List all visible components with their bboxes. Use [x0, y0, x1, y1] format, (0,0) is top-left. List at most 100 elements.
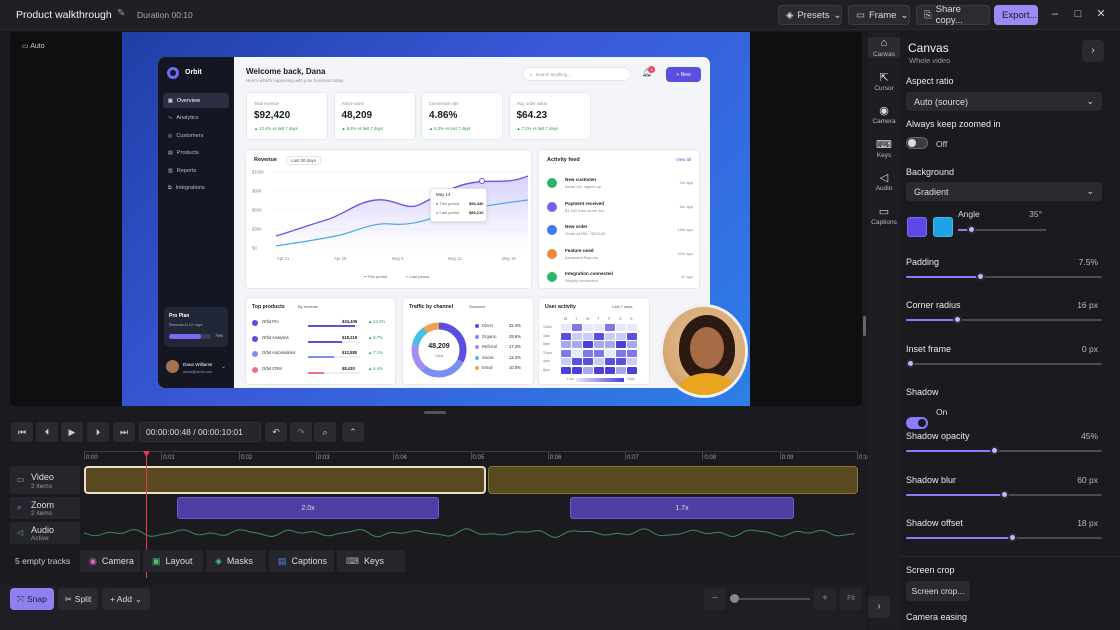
product-delta: ▲ 14.2%	[368, 319, 386, 324]
add-track-masks[interactable]: ◈ Masks	[206, 550, 266, 572]
sidebar-item-analytics[interactable]: ∿ Analytics	[163, 111, 229, 126]
rail-item-canvas[interactable]: ⌂ Canvas	[868, 37, 900, 58]
minimize-icon[interactable]: –	[1044, 4, 1066, 24]
background-select[interactable]: Gradient ⌄	[906, 182, 1102, 201]
zoom-search-icon[interactable]: ⌕	[314, 422, 336, 442]
heatmap-day: S	[630, 317, 633, 321]
slider-padding[interactable]	[906, 272, 1102, 281]
slider-radius[interactable]	[906, 315, 1102, 324]
slider-knob[interactable]	[952, 315, 962, 324]
add-track-keys[interactable]: ⌨ Keys	[337, 550, 405, 572]
track-header-video[interactable]: ▭ Video 2 items	[10, 466, 80, 494]
gradient-color-2-swatch[interactable]	[933, 217, 953, 237]
rail-label: Canvas	[872, 51, 896, 58]
webcam-bubble[interactable]	[660, 304, 748, 398]
resize-handle[interactable]	[424, 411, 446, 414]
slider-offset[interactable]	[906, 533, 1102, 542]
top-products-sort[interactable]: By revenue	[298, 304, 318, 309]
slider-blur[interactable]	[906, 490, 1102, 499]
skip-start-icon[interactable]: ⏮	[11, 422, 33, 442]
rail-item-keys[interactable]: ⌨ Keys	[868, 138, 900, 159]
zoom-lock-toggle[interactable]	[906, 137, 928, 149]
traffic-sort[interactable]: Sessions	[469, 304, 485, 309]
undo-icon[interactable]: ↶	[265, 422, 287, 442]
video-clip-2[interactable]	[488, 466, 858, 494]
rail-item-audio[interactable]: ◁ Audio	[868, 171, 900, 192]
play-icon[interactable]: ▶	[61, 422, 83, 442]
activity-title: Integration connected	[565, 271, 613, 276]
share-copy-button[interactable]: ⎘ Share copy...	[916, 4, 990, 26]
redo-icon[interactable]: ↷	[290, 422, 312, 442]
rail-item-camera[interactable]: ◉ Camera	[868, 104, 900, 125]
fit-button[interactable]: Fit	[840, 588, 862, 610]
split-button[interactable]: ✂ Split	[58, 588, 98, 610]
panel-expand-icon[interactable]: ›	[1082, 40, 1104, 62]
chevron-right-icon[interactable]: ›	[868, 596, 890, 618]
presets-button[interactable]: ◈ Presets ⌄	[778, 5, 842, 25]
slider-opacity[interactable]	[906, 446, 1102, 455]
add-track-captions[interactable]: ▤ Captions	[269, 550, 334, 572]
kpi-value: $92,420	[254, 110, 291, 121]
gradient-color-1-swatch[interactable]	[907, 217, 927, 237]
snap-button[interactable]: ⤧ Snap	[10, 588, 54, 610]
project-title[interactable]: Product walkthrough	[16, 9, 112, 21]
search-input[interactable]: ⌕ Search anything...	[522, 67, 631, 81]
view-all-link[interactable]: View all	[676, 157, 691, 162]
rail-item-captions[interactable]: ▭ Captions	[868, 205, 900, 226]
sidebar-item-integrations[interactable]: ⧉ Integrations	[163, 181, 229, 196]
tooltip-date: May 14	[436, 192, 451, 197]
sidebar-item-products[interactable]: ▤ Products	[163, 146, 229, 161]
reports-icon: ▥	[168, 167, 173, 174]
sidebar-item-reports[interactable]: ▥ Reports	[163, 163, 229, 178]
frame-icon: ▭	[856, 9, 865, 21]
next-frame-icon[interactable]: ⏵	[87, 422, 109, 442]
close-icon[interactable]: ✕	[1090, 4, 1112, 24]
track-header-audio[interactable]: ◁ Audio Active	[10, 522, 80, 544]
heatmap-hour: 4am	[543, 333, 550, 338]
tooltip-this-value: $96,430	[469, 201, 484, 206]
chevron-down-icon[interactable]: ⌄	[221, 363, 226, 370]
angle-slider-knob[interactable]	[967, 225, 976, 234]
snap-icon: ⤧	[17, 593, 24, 604]
zoom-in-icon[interactable]: +	[814, 588, 836, 610]
shadow-toggle[interactable]	[906, 417, 928, 429]
sidebar-item-customers[interactable]: ◎ Customers	[163, 128, 229, 143]
aspect-ratio-select[interactable]: Auto (source) ⌄	[906, 92, 1102, 111]
rail-item-cursor[interactable]: ⇱ Cursor	[868, 71, 900, 92]
slider-knob[interactable]	[1007, 533, 1017, 542]
chevron-up-icon[interactable]: ⌃	[342, 422, 364, 442]
sidebar-item-overview[interactable]: ▦ Overview	[163, 93, 229, 108]
avatar[interactable]	[166, 360, 179, 373]
add-button[interactable]: + Add ⌄	[102, 588, 150, 610]
slider-inset[interactable]	[905, 359, 1102, 368]
zoom-clip-2[interactable]: 1.7x	[570, 497, 794, 519]
video-track-icon: ▭	[17, 475, 25, 484]
track-header-zoom[interactable]: ⌕ Zoom 2 items	[10, 497, 80, 519]
legend-last: ━ Last period	[406, 274, 430, 279]
zoom-clip-1[interactable]: 2.0x	[177, 497, 439, 519]
frame-button[interactable]: ▭ Frame ⌄	[848, 5, 910, 25]
new-button[interactable]: + New	[666, 67, 701, 82]
skip-end-icon[interactable]: ⏭	[113, 422, 135, 442]
previous-frame-icon[interactable]: ⏴	[36, 422, 58, 442]
zoom-out-icon[interactable]: −	[704, 588, 726, 610]
screen-crop-button[interactable]: Screen crop...	[906, 581, 970, 601]
slider-knob[interactable]	[1000, 490, 1009, 499]
slider-knob[interactable]	[905, 359, 915, 368]
add-track-camera[interactable]: ◉ Camera	[80, 550, 140, 572]
angle-slider[interactable]	[958, 225, 1046, 234]
activity-time: 1h ago	[680, 274, 693, 279]
heatmap-cell	[594, 341, 604, 348]
timecode-display[interactable]: 00:00:00:48 / 00:00:10:01	[139, 422, 261, 442]
maximize-icon[interactable]: □	[1067, 4, 1089, 24]
activity-feed-card: Activity feed View all New customer Acme …	[538, 149, 700, 289]
timeline-zoom-slider[interactable]	[730, 594, 810, 603]
add-track-layout[interactable]: ▣ Layout	[143, 550, 203, 572]
panel-resize-handle[interactable]	[863, 316, 866, 336]
timeline-zoom-knob[interactable]	[730, 594, 739, 603]
user-activity-range[interactable]: Last 7 days	[612, 304, 632, 309]
heatmap-cell	[594, 366, 604, 374]
export-button[interactable]: Export...	[994, 5, 1038, 25]
edit-icon[interactable]: ✎	[117, 8, 125, 19]
video-clip-1[interactable]	[84, 466, 486, 494]
